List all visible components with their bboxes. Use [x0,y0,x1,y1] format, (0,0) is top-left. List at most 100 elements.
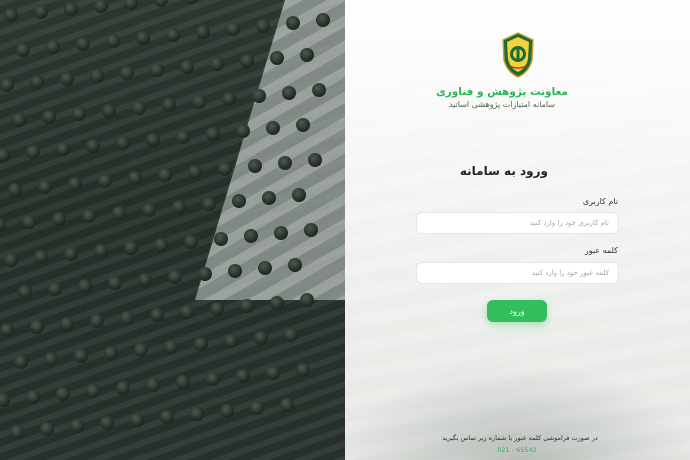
crowd-head [300,48,314,62]
crowd-head [44,352,58,366]
crowd-head [210,57,224,71]
crowd-head [206,127,220,141]
crowd-head [288,258,302,272]
crowd-head [34,250,48,264]
crowd-head [222,92,236,106]
crowd-head [258,261,272,275]
crowd-head [256,19,270,33]
crowd-head [184,0,198,4]
crowd-head [202,197,216,211]
password-input[interactable] [416,262,619,284]
crowd-head [100,416,114,430]
crowd-head [78,279,92,293]
crowd-head [166,28,180,42]
crowd-head [14,355,28,369]
password-label: کلمه عبور [584,246,618,255]
crowd-head [60,72,74,86]
crowd-head [252,89,266,103]
crowd-head [68,177,82,191]
crowd-head [194,337,208,351]
username-label: نام کاربری [582,197,618,206]
crowd-head [124,0,138,10]
crowd-head [70,419,84,433]
crowd-head [52,212,66,226]
crowd-head [12,113,26,127]
crowd-head [300,293,314,307]
crowd-head [296,118,310,132]
crowd-head [240,54,254,68]
crowd-head [146,378,160,392]
crowd-head [180,60,194,74]
crowd-head [210,302,224,316]
crowd-head [40,422,54,436]
crowd-head [76,37,90,51]
crowd-head [250,401,264,415]
crowd-head [316,13,330,27]
crowd-head [270,296,284,310]
crowd-head [0,393,10,407]
crowd-head [132,101,146,115]
crowd-head [176,375,190,389]
crowd-head [150,308,164,322]
crowd-head [240,299,254,313]
crowd-head [196,25,210,39]
crowd-head [4,253,18,267]
crowd-head [90,69,104,83]
crowd-head [94,0,108,13]
login-button[interactable]: ورود [487,300,547,322]
crowd-head [64,2,78,16]
crowd-head [86,384,100,398]
crowd-head [312,83,326,97]
crowd-head [120,311,134,325]
username-input[interactable] [416,212,619,234]
crowd-head [218,162,232,176]
crowd-head [26,390,40,404]
support-phone: 021 - 65542 [497,446,537,454]
crowd-head [90,314,104,328]
crowd-head [146,133,160,147]
crowd-head [0,218,6,232]
crowd-head [112,206,126,220]
crowd-head [56,387,70,401]
crowd-head [22,215,36,229]
org-subtitle: سامانه امتیازات پژوهشی اساتید [448,100,556,109]
crowd-head [292,188,306,202]
crowd-head [86,139,100,153]
org-title: معاونت پژوهش و فناوری [436,86,568,98]
crowd-head [116,136,130,150]
crowd-head [94,244,108,258]
crowd-head [116,381,130,395]
crowd-head [64,247,78,261]
crowd-head [176,130,190,144]
crowd-head [154,0,168,7]
crowd-head [164,340,178,354]
crowd-head [206,372,220,386]
crowd-head [214,232,228,246]
crowd-head [136,31,150,45]
crowd-head [138,273,152,287]
crowd-head [266,121,280,135]
crowd-head [154,238,168,252]
crowd-head [168,270,182,284]
crowd-head [0,78,14,92]
crowd-head [4,8,18,22]
crowd-head [10,425,24,439]
street-area [195,0,345,300]
crowd-head [26,145,40,159]
crowd-head [0,323,14,337]
crowd-head [72,107,86,121]
crowd-head [8,183,22,197]
crowd-head [60,317,74,331]
crowd-head [308,153,322,167]
crowd-head [82,209,96,223]
crowd-head [180,305,194,319]
login-heading: ورود به سامانه [459,164,548,178]
crowd-head [128,171,142,185]
background-photo [0,0,345,460]
crowd-head [160,410,174,424]
crowd-head [224,334,238,348]
crowd-head [16,43,30,57]
crowd-head [74,349,88,363]
crowd-head [120,66,134,80]
crowd-head [232,194,246,208]
